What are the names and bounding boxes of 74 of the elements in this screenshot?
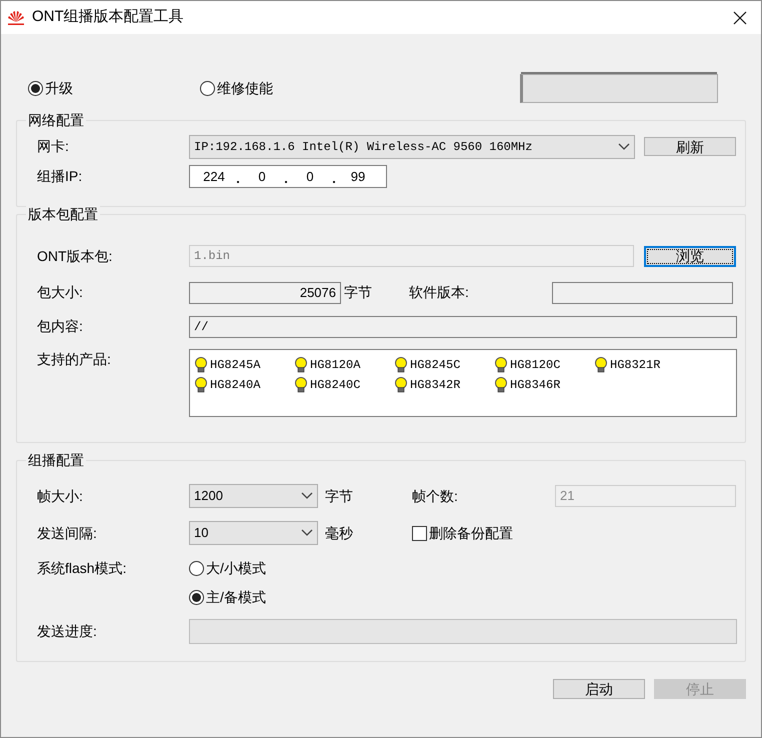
group-title: 网络配置 <box>26 111 86 129</box>
product-item[interactable]: HG8245A <box>210 356 260 374</box>
network-card-dropdown[interactable]: IP:192.168.1.6 Intel(R) Wireless-AC 9560 160MHz <box>189 134 635 158</box>
field-value: // <box>194 318 208 336</box>
chevron-down-icon <box>301 492 313 500</box>
product-item[interactable]: HG8346R <box>510 376 560 394</box>
field-label: 系统flash模式: <box>37 559 128 578</box>
product-item[interactable]: HG8240C <box>310 376 360 394</box>
field-label: 支持的产品: <box>37 350 112 369</box>
unit-label: 毫秒 <box>325 524 354 542</box>
ip-address-field[interactable]: 224 0 0 99 <box>189 165 387 188</box>
app-logo-icon <box>7 10 25 26</box>
field-label: ONT版本包: <box>37 246 114 266</box>
radio-button[interactable] <box>200 80 215 96</box>
field-label: 网卡: <box>37 137 70 156</box>
field-label: 组播IP: <box>37 167 84 186</box>
radio-label[interactable]: 升级 <box>45 78 73 98</box>
dot-separator-icon <box>237 180 239 182</box>
radio-label[interactable]: 维修使能 <box>217 78 273 98</box>
product-item[interactable]: HG8321R <box>610 356 660 374</box>
browse-button[interactable]: 浏览 <box>644 246 736 266</box>
product-item[interactable]: HG8120C <box>510 356 560 374</box>
ip-octet: 224 <box>202 168 226 186</box>
field-label: 包内容: <box>37 317 84 336</box>
refresh-button[interactable]: 刷新 <box>644 137 736 156</box>
field-label: 软件版本: <box>409 283 470 302</box>
chevron-down-icon <box>618 142 630 150</box>
ip-octet: 0 <box>305 168 315 186</box>
radio-button[interactable] <box>28 80 43 96</box>
radio-button[interactable] <box>189 561 204 576</box>
group-title: 版本包配置 <box>26 205 100 223</box>
close-icon <box>733 10 747 24</box>
field-label: 发送间隔: <box>37 524 98 542</box>
light-bulb-icon <box>194 377 208 393</box>
dot-separator-icon <box>333 180 335 182</box>
dot-separator-icon <box>285 180 287 182</box>
light-bulb-icon <box>494 377 508 393</box>
light-bulb-icon <box>494 357 508 373</box>
product-item[interactable]: HG8245C <box>410 356 460 374</box>
light-bulb-icon <box>394 357 408 373</box>
chevron-down-icon <box>301 529 313 537</box>
field-label: 帧大小: <box>37 486 84 506</box>
ip-octet: 99 <box>350 168 366 186</box>
dropdown-value: 10 <box>194 524 208 542</box>
field-value: 21 <box>560 487 574 506</box>
radio-label[interactable]: 主/备模式 <box>206 587 266 608</box>
field-label: 帧个数: <box>412 486 459 506</box>
dialog-button[interactable]: 启动 <box>553 679 645 699</box>
dropdown[interactable]: 1200 <box>189 484 318 508</box>
checkbox-label[interactable]: 删除备份配置 <box>429 522 513 544</box>
field-label: 包大小: <box>37 283 84 302</box>
field-label: 发送进度: <box>37 622 98 640</box>
unit-label: 字节 <box>325 486 354 506</box>
group-title: 组播配置 <box>26 451 86 469</box>
ip-octet: 0 <box>257 168 267 186</box>
window-title: ONT组播版本配置工具 <box>32 7 184 28</box>
light-bulb-icon <box>194 357 208 373</box>
unit-label: 字节 <box>344 283 373 302</box>
product-item[interactable]: HG8120A <box>310 356 360 374</box>
dropdown[interactable]: 10 <box>189 521 318 545</box>
dropdown-value: IP:192.168.1.6 Intel(R) Wireless-AC 9560 160MHz <box>194 138 532 156</box>
product-item[interactable]: HG8342R <box>410 376 460 394</box>
radio-button[interactable] <box>189 590 204 605</box>
light-bulb-icon <box>294 357 308 373</box>
field-value: 25076 <box>300 284 336 302</box>
light-bulb-icon <box>294 377 308 393</box>
light-bulb-icon <box>394 377 408 393</box>
dropdown-value: 1200 <box>194 487 223 506</box>
light-bulb-icon <box>594 357 608 373</box>
product-item[interactable]: HG8240A <box>210 376 260 394</box>
field-value: 1.bin <box>194 248 230 265</box>
checkbox[interactable] <box>412 526 427 540</box>
radio-label[interactable]: 大/小模式 <box>206 558 266 579</box>
file-path-field[interactable]: 1.bin <box>189 245 634 267</box>
